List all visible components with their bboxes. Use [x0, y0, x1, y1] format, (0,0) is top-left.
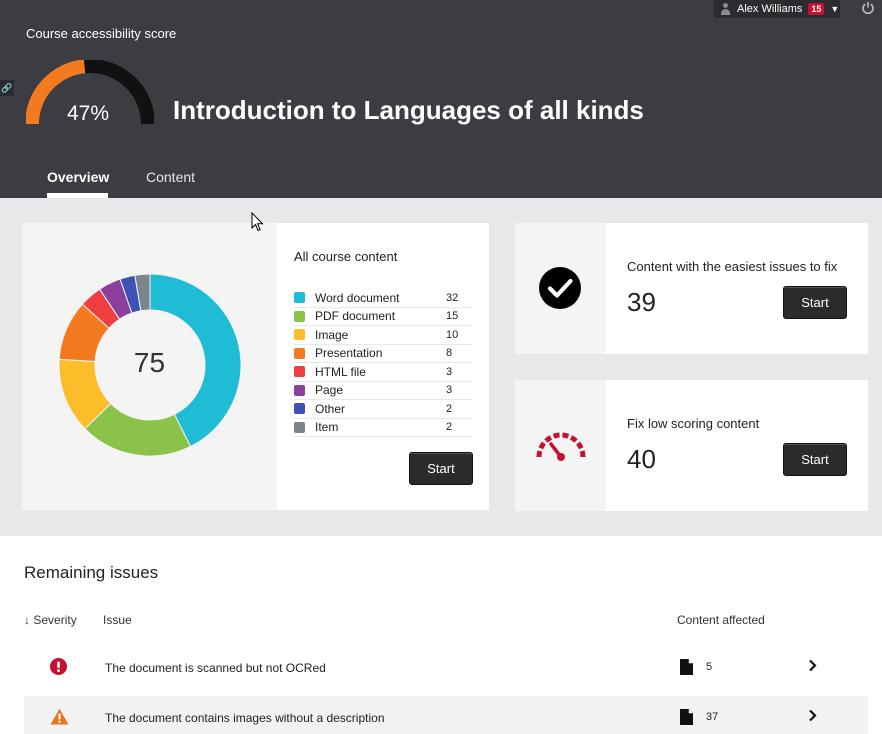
warning-icon	[50, 708, 69, 725]
content-legend: Word document 32 PDF document 15 Image 10 P…	[294, 289, 472, 437]
legend-item: Image 10	[294, 326, 472, 345]
legend-item: PDF document 15	[294, 308, 472, 326]
affected-count: 37	[706, 711, 719, 723]
legend-swatch	[294, 329, 305, 341]
tab-overview[interactable]: Overview	[47, 169, 109, 185]
easiest-issues-heading: Content with the easiest issues to fix	[627, 259, 838, 274]
legend-label: Image	[315, 327, 349, 342]
sort-arrow-icon: ↓	[24, 613, 34, 627]
low-scoring-heading: Fix low scoring content	[627, 416, 760, 431]
easiest-issues-count: 39	[627, 287, 656, 317]
header: Alex Williams 15 ▼ Course accessibility …	[0, 0, 882, 198]
caret-down-icon: ▼	[830, 4, 840, 14]
legend-label: Page	[315, 383, 344, 398]
legend-count: 8	[446, 347, 453, 360]
easiest-issues-card: Content with the easiest issues to fix 3…	[515, 223, 868, 354]
severe-error-icon	[50, 658, 67, 675]
legend-item: HTML file 3	[294, 363, 472, 382]
severity-header-label: Severity	[33, 613, 77, 627]
user-menu[interactable]: Alex Williams 15 ▼	[714, 0, 840, 18]
legend-swatch	[294, 347, 305, 359]
legend-count: 2	[446, 402, 453, 415]
course-title: Introduction to Languages of all kinds	[173, 95, 644, 125]
issue-row[interactable]: The document is scanned but not OCRed 5	[24, 646, 868, 688]
legend-item: Word document 32	[294, 289, 472, 308]
score-label: Course accessibility score	[26, 26, 177, 41]
legend-label: Word document	[315, 290, 400, 305]
legend-count: 3	[446, 365, 453, 378]
content-total: 75	[133, 347, 166, 378]
document-icon	[680, 709, 693, 725]
icon-panel	[515, 380, 606, 511]
issue-row[interactable]: The document contains images without a d…	[24, 696, 868, 734]
issue-description: The document is scanned but not OCRed	[105, 661, 326, 675]
remaining-issues-title: Remaining issues	[24, 563, 159, 582]
chevron-right-icon[interactable]	[808, 659, 817, 672]
tab-content[interactable]: Content	[146, 169, 195, 185]
icon-panel	[515, 223, 606, 354]
legend-count: 3	[446, 384, 453, 397]
legend-swatch	[294, 384, 305, 396]
low-scoring-card: Fix low scoring content 40 Start	[515, 380, 868, 511]
legend-label: Other	[315, 401, 346, 416]
chevron-right-icon[interactable]	[808, 709, 817, 722]
all-content-title: All course content	[294, 249, 398, 264]
check-circle-icon	[539, 267, 581, 309]
affected-count: 5	[706, 661, 713, 673]
legend-label: Presentation	[315, 346, 383, 361]
legend-swatch	[294, 366, 305, 378]
low-scoring-count: 40	[627, 444, 656, 474]
legend-count: 2	[446, 421, 453, 434]
start-easiest-button[interactable]: Start	[783, 286, 847, 319]
user-icon	[720, 3, 731, 15]
legend-swatch	[294, 421, 305, 433]
all-content-card: 75 All course content Word document 32 PD…	[22, 223, 489, 510]
link-icon[interactable]: 🔗	[0, 80, 14, 96]
legend-label: HTML file	[315, 364, 366, 379]
power-icon[interactable]	[861, 1, 875, 15]
legend-count: 15	[446, 310, 459, 323]
severity-column-header[interactable]: ↓ Severity	[24, 613, 77, 627]
legend-item: Item 2	[294, 419, 472, 437]
mouse-cursor-icon	[251, 212, 264, 232]
user-name: Alex Williams	[737, 3, 803, 15]
legend-swatch	[294, 403, 305, 415]
affected-column-header[interactable]: Content affected	[677, 613, 765, 627]
document-icon	[680, 659, 693, 675]
score-value: 47%	[66, 102, 110, 125]
speedometer-icon	[536, 432, 586, 461]
notification-badge: 15	[808, 3, 825, 15]
legend-count: 10	[446, 328, 459, 341]
legend-item: Presentation 8	[294, 345, 472, 363]
legend-label: PDF document	[315, 309, 396, 324]
start-all-content-button[interactable]: Start	[409, 452, 473, 485]
legend-swatch	[294, 292, 305, 304]
legend-count: 32	[446, 291, 459, 304]
donut-panel: 75	[22, 223, 277, 510]
legend-swatch	[294, 310, 305, 322]
start-low-scoring-button[interactable]: Start	[783, 443, 847, 476]
issue-description: The document contains images without a d…	[105, 711, 385, 725]
legend-label: Item	[315, 420, 339, 435]
issue-column-header[interactable]: Issue	[103, 613, 132, 627]
legend-item: Page 3	[294, 382, 472, 400]
legend-item: Other 2	[294, 400, 472, 419]
